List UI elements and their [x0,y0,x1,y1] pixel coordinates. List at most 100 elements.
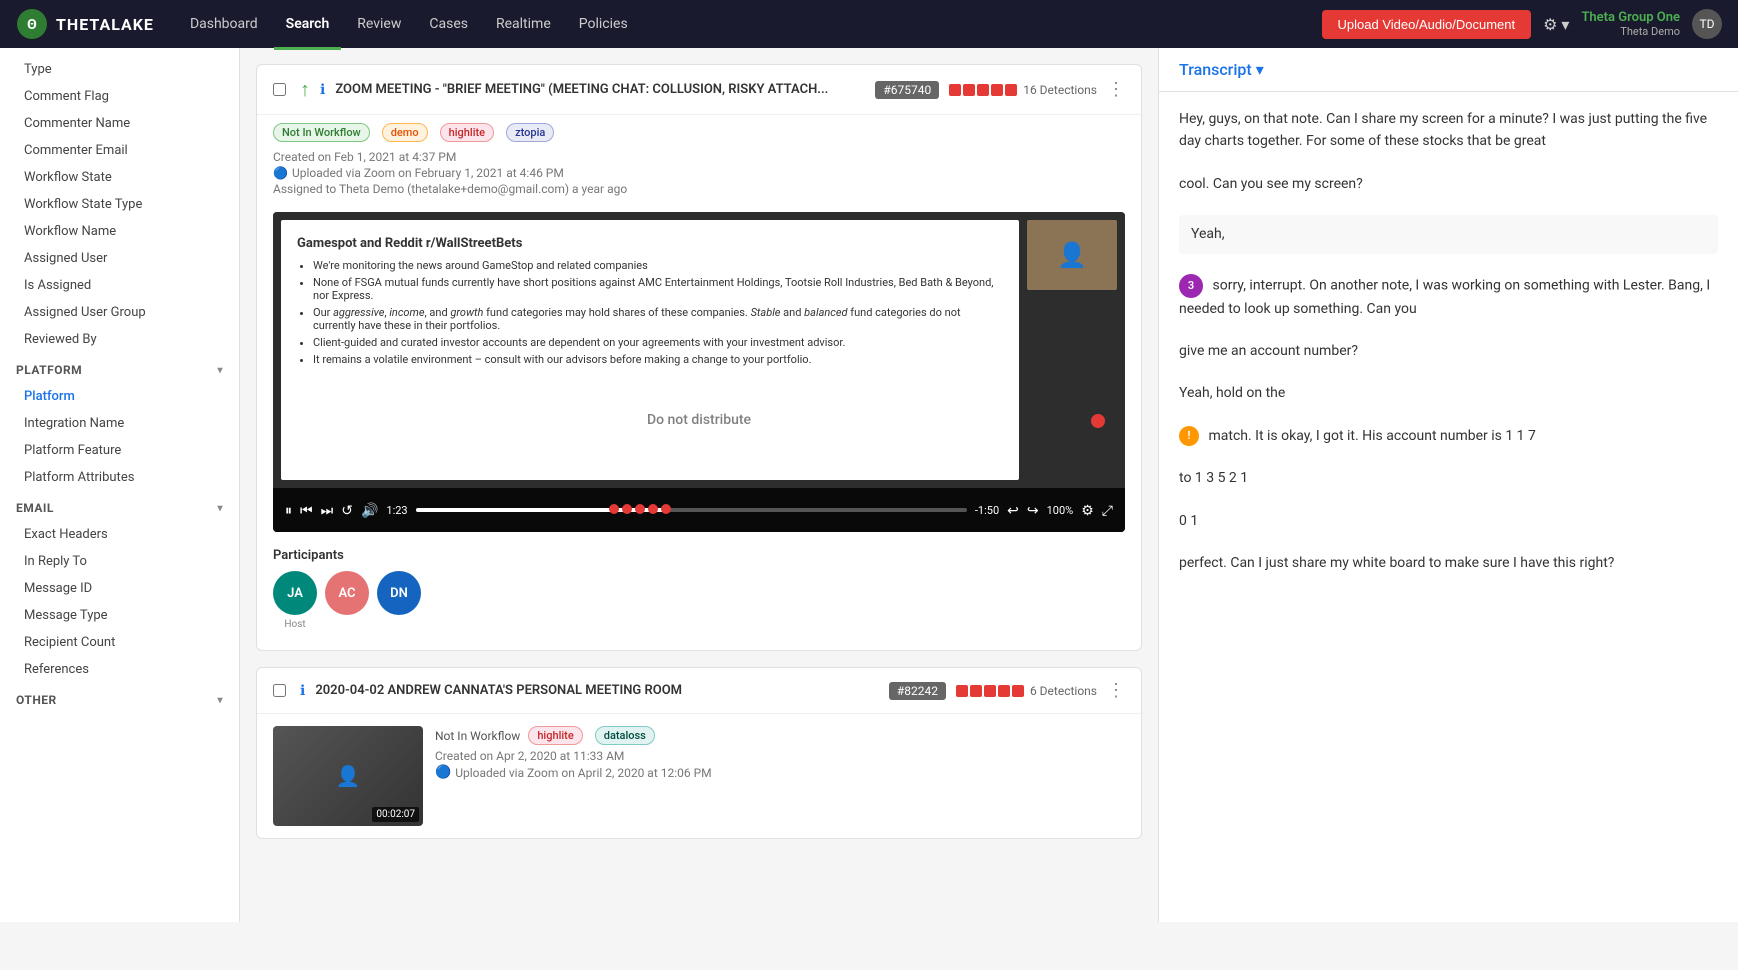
participant-ja-initials: JA [287,586,303,601]
loop-button[interactable]: ↺ [341,502,353,519]
skip-forward-button[interactable]: ⏭ [321,502,334,519]
rewind-button[interactable]: ↩ [1007,502,1019,519]
transcript-header: Transcript ▾ [1159,48,1738,92]
c2-bar5 [1012,685,1024,697]
transcript-text-1: Hey, guys, on that note. Can I share my … [1179,111,1707,149]
card2-detection-bars: 6 Detections [956,684,1097,698]
recording-indicator [1091,414,1105,428]
sidebar-item-platform[interactable]: Platform [0,383,239,410]
right-panel: Transcript ▾ Hey, guys, on that note. Ca… [1158,48,1738,922]
card1-more-options[interactable]: ⋮ [1107,79,1125,100]
sidebar-item-references[interactable]: References [0,656,239,683]
transcript-label: Transcript [1179,60,1252,79]
sidebar-item-workflow-name[interactable]: Workflow Name [0,218,239,245]
sidebar: Type Comment Flag Commenter Name Comment… [0,48,240,922]
card1-tag-highlite[interactable]: highlite [440,123,494,142]
transcript-body: Hey, guys, on that note. Can I share my … [1159,92,1738,922]
nav-cases[interactable]: Cases [417,12,480,36]
card2-tag-highlite[interactable]: highlite [528,726,582,745]
sidebar-item-in-reply-to[interactable]: In Reply To [0,548,239,575]
card1-tag-ztopia[interactable]: ztopia [506,123,554,142]
dot3 [635,504,645,514]
skip-back-button[interactable]: ⏮ [300,502,313,519]
sidebar-item-is-assigned[interactable]: Is Assigned [0,272,239,299]
card2-checkbox[interactable] [273,684,286,697]
fullscreen-button[interactable]: ⤢ [1102,502,1113,519]
transcript-chevron: ▾ [1256,60,1264,79]
sidebar-item-assigned-user[interactable]: Assigned User [0,245,239,272]
card1-created: Created on Feb 1, 2021 at 4:37 PM [273,150,1125,164]
logo[interactable]: Θ THETALAKE [16,8,154,40]
card2-more-options[interactable]: ⋮ [1107,680,1125,701]
result-card-1: ↑ ℹ ZOOM MEETING - "BRIEF MEETING" (MEET… [256,64,1142,651]
sidebar-item-comment-flag[interactable]: Comment Flag [0,83,239,110]
sidebar-item-message-type[interactable]: Message Type [0,602,239,629]
transcript-entry-10: perfect. Can I just share my white board… [1179,552,1718,574]
transcript-entry-5: give me an account number? [1179,340,1718,362]
transcript-text-7: match. It is okay, I got it. His account… [1208,428,1535,444]
upload-button[interactable]: Upload Video/Audio/Document [1322,10,1532,39]
avatar: TD [1692,9,1722,39]
card2-id: #82242 [889,682,946,700]
slide-bullets: We're monitoring the news around GameSto… [297,259,1003,366]
participant-avatars: JA Host AC DN [273,571,1125,630]
time-elapsed: 1:23 [386,504,407,517]
transcript-entry-8: to 1 3 5 2 1 [1179,467,1718,489]
forward-button[interactable]: ↪ [1027,502,1039,519]
zoom-pct: 100% [1047,504,1074,517]
nav-search[interactable]: Search [274,12,342,36]
sidebar-item-reviewed-by[interactable]: Reviewed By [0,326,239,353]
card2-body: 👤 00:02:07 Not In Workflow highlite data… [257,714,1141,838]
sidebar-item-exact-headers[interactable]: Exact Headers [0,521,239,548]
sidebar-item-workflow-state[interactable]: Workflow State [0,164,239,191]
dot2 [622,504,632,514]
user-name: Theta Group One [1581,10,1680,25]
nav-policies[interactable]: Policies [567,12,640,36]
transcript-text-2: cool. Can you see my screen? [1179,176,1363,192]
nav-realtime[interactable]: Realtime [484,12,563,36]
sidebar-item-integration-name[interactable]: Integration Name [0,410,239,437]
gear-icon[interactable]: ⚙ ▾ [1543,15,1569,34]
c2-bar2 [970,685,982,697]
card2-tag-dataloss[interactable]: dataloss [595,726,655,745]
volume-button[interactable]: 🔊 [361,502,378,519]
card1-tag-demo[interactable]: demo [382,123,428,142]
platform-section-label: PLATFORM [16,363,82,377]
email-section-header[interactable]: EMAIL ▾ [0,491,239,521]
settings-button[interactable]: ⚙ [1081,502,1094,519]
dot4 [648,504,658,514]
other-section-label: OTHER [16,693,57,707]
play-pause-button[interactable]: ⏸ [285,502,292,519]
sidebar-item-workflow-state-type[interactable]: Workflow State Type [0,191,239,218]
card1-tag-workflow[interactable]: Not In Workflow [273,123,370,142]
video-inner: Gamespot and Reddit r/WallStreetBets We'… [273,212,1125,488]
nav-right: Upload Video/Audio/Document ⚙ ▾ Theta Gr… [1322,9,1722,39]
platform-section-header[interactable]: PLATFORM ▾ [0,353,239,383]
card1-info-icon: ℹ [320,82,325,98]
bar4 [991,84,1003,96]
card1-detection-count: 16 Detections [1023,83,1097,97]
sidebar-item-commenter-name[interactable]: Commenter Name [0,110,239,137]
card2-title: 2020-04-02 ANDREW CANNATA'S PERSONAL MEE… [315,683,879,698]
thetalake-logo-icon: Θ [16,8,48,40]
nav-dashboard[interactable]: Dashboard [178,12,270,36]
sidebar-item-assigned-user-group[interactable]: Assigned User Group [0,299,239,326]
sidebar-item-commenter-email[interactable]: Commenter Email [0,137,239,164]
progress-bar[interactable] [416,508,967,512]
nav-review[interactable]: Review [345,12,413,36]
transcript-title[interactable]: Transcript ▾ [1179,60,1264,79]
c2-bar4 [998,685,1010,697]
sidebar-item-message-id[interactable]: Message ID [0,575,239,602]
transcript-text-4: sorry, interrupt. On another note, I was… [1179,277,1710,316]
card2-thumbnail: 👤 00:02:07 [273,726,423,826]
card1-uploaded: Uploaded via Zoom on February 1, 2021 at… [292,166,564,180]
card2-detection-count: 6 Detections [1030,684,1097,698]
sidebar-item-platform-attributes[interactable]: Platform Attributes [0,464,239,491]
other-chevron: ▾ [217,695,223,706]
card1-meta: Created on Feb 1, 2021 at 4:37 PM 🔵 Uplo… [257,142,1141,204]
sidebar-item-platform-feature[interactable]: Platform Feature [0,437,239,464]
other-section-header[interactable]: OTHER ▾ [0,683,239,713]
sidebar-item-recipient-count[interactable]: Recipient Count [0,629,239,656]
sidebar-item-type[interactable]: Type [0,56,239,83]
card1-checkbox[interactable] [273,83,286,96]
